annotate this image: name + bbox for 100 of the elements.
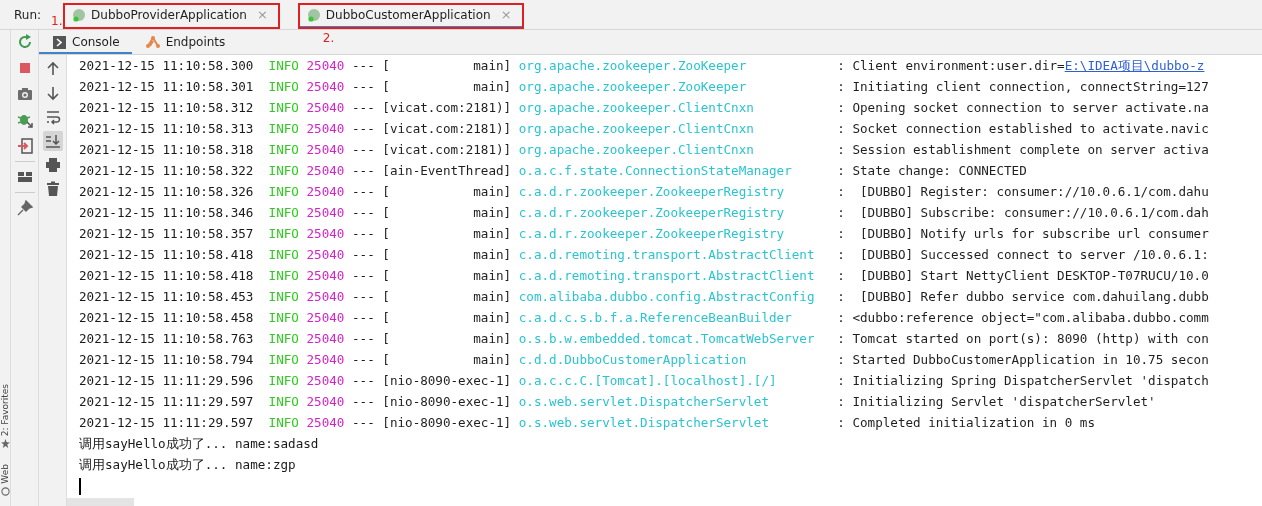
log-level: INFO [268,331,299,346]
terminal-icon [53,35,66,49]
logger-name: o.s.web.servlet.DispatcherServlet [518,393,770,411]
log-timestamp: 2021-12-15 11:10:58.318 [79,142,254,157]
log-message: : <dubbo:reference object="com.alibaba.dubbo.comm [837,310,1209,325]
log-timestamp: 2021-12-15 11:10:58.763 [79,331,254,346]
log-level: INFO [268,100,299,115]
scrollbar-thumb[interactable] [67,498,134,506]
thread-name: [nio-8090-exec-1] [382,415,512,430]
thread-name: [vicat.com:2181)] [382,100,512,115]
log-separator: --- [351,226,375,241]
path-link[interactable]: E:\IDEA项目\dubbo-z [1064,58,1205,73]
log-separator: --- [351,100,375,115]
log-separator: --- [351,268,375,283]
log-message: : Initiating client connection, connectString=127 [837,79,1209,94]
thread-name: [ main] [382,79,512,94]
log-separator: --- [351,331,375,346]
logger-name: org.apache.zookeeper.ClientCnxn [518,120,755,138]
log-message: : Tomcat started on port(s): 8090 (http) with con [837,331,1209,346]
logger-name: c.a.d.remoting.transport.AbstractClient [518,246,816,264]
log-level: INFO [268,310,299,325]
thread-name: [ main] [382,184,512,199]
log-message: : Opening socket connection to server activate.na [837,100,1209,115]
log-level: INFO [268,121,299,136]
exit-icon[interactable] [16,138,33,154]
down-arrow-icon[interactable] [44,85,61,101]
log-message: : [DUBBO] Subscribe: consumer://10.0.6.1/com.dah [837,205,1209,220]
logger-name: o.a.c.f.state.ConnectionStateManager [518,162,793,180]
logger-name: o.s.web.servlet.DispatcherServlet [518,414,770,432]
log-message: : [DUBBO] Notify urls for subscribe url consumer [837,226,1209,241]
log-timestamp: 2021-12-15 11:11:29.596 [79,373,254,388]
process-id: 25040 [306,268,345,283]
log-level: INFO [268,205,299,220]
thread-name: [ain-EventThread] [382,163,512,178]
log-message: : [DUBBO] Refer dubbo service com.dahuilang.dubb [837,289,1209,304]
thread-name: [ main] [382,226,512,241]
output-line: 调用sayHello成功了... name:sadasd [79,436,319,451]
log-timestamp: 2021-12-15 11:10:58.312 [79,100,254,115]
logger-name: o.a.c.c.C.[Tomcat].[localhost].[/] [518,372,778,390]
process-id: 25040 [306,100,345,115]
console-tab[interactable]: Endpoints [131,30,238,54]
log-message: : [DUBBO] Start NettyClient DESKTOP-T07RUCU/10.0 [837,268,1209,283]
side-panel-tab[interactable]: Web [0,464,10,496]
thread-name: [ main] [382,331,512,346]
log-timestamp: 2021-12-15 11:10:58.346 [79,205,254,220]
thread-name: [vicat.com:2181)] [382,121,512,136]
process-id: 25040 [306,163,345,178]
thread-name: [ main] [382,205,512,220]
run-tab[interactable]: DubboProviderApplication × [65,0,278,29]
process-id: 25040 [306,79,345,94]
globe-icon [0,487,10,496]
log-message: : Initializing Servlet 'dispatcherServlet' [837,394,1156,409]
log-level: INFO [268,373,299,388]
log-level: INFO [268,226,299,241]
log-level: INFO [268,289,299,304]
run-tab[interactable]: DubboCustomerApplication × [299,0,522,29]
log-level: INFO [268,352,299,367]
thread-name: [ main] [382,268,512,283]
log-separator: --- [351,373,375,388]
log-level: INFO [268,79,299,94]
log-message: : Socket connection established to activate.navic [837,121,1209,136]
process-id: 25040 [306,310,345,325]
log-message: : State change: CONNECTED [837,163,1027,178]
log-level: INFO [268,268,299,283]
log-message: : Started DubboCustomerApplication in 10.75 secon [837,352,1209,367]
output-line: 调用sayHello成功了... name:zgp [79,457,296,472]
process-id: 25040 [306,394,345,409]
log-timestamp: 2021-12-15 11:10:58.357 [79,226,254,241]
logger-name: c.a.d.r.zookeeper.ZookeeperRegistry [518,204,786,222]
log-timestamp: 2021-12-15 11:10:58.313 [79,121,254,136]
console-tab[interactable]: Console [39,30,132,54]
debug-icon[interactable] [16,112,33,128]
rerun-icon[interactable] [16,34,33,50]
log-separator: --- [351,415,375,430]
log-separator: --- [351,394,375,409]
process-id: 25040 [306,352,345,367]
logger-name: org.apache.zookeeper.ClientCnxn [518,99,755,117]
thread-name: [ main] [382,310,512,325]
log-timestamp: 2021-12-15 11:10:58.326 [79,184,254,199]
side-panel-tab[interactable]: 2: Favorites [0,384,10,449]
process-id: 25040 [306,226,345,241]
camera-icon[interactable] [16,86,33,102]
annotation-number: 2. [321,31,336,45]
pin-icon[interactable] [16,200,33,216]
thread-name: [ main] [382,289,512,304]
log-separator: --- [351,310,375,325]
log-timestamp: 2021-12-15 11:10:58.322 [79,163,254,178]
thread-name: [ main] [382,247,512,262]
log-level: INFO [268,247,299,262]
log-timestamp: 2021-12-15 11:10:58.794 [79,352,254,367]
scroll-end-icon[interactable] [42,131,63,151]
trash-icon[interactable] [44,181,61,197]
log-level: INFO [268,142,299,157]
logger-name: com.alibaba.dubbo.config.AbstractConfig [518,288,816,306]
process-id: 25040 [306,121,345,136]
log-level: INFO [268,184,299,199]
log-timestamp: 2021-12-15 11:11:29.597 [79,394,254,409]
wrap-icon[interactable] [44,109,61,125]
layout-icon[interactable] [16,169,33,185]
log-level: INFO [268,394,299,409]
